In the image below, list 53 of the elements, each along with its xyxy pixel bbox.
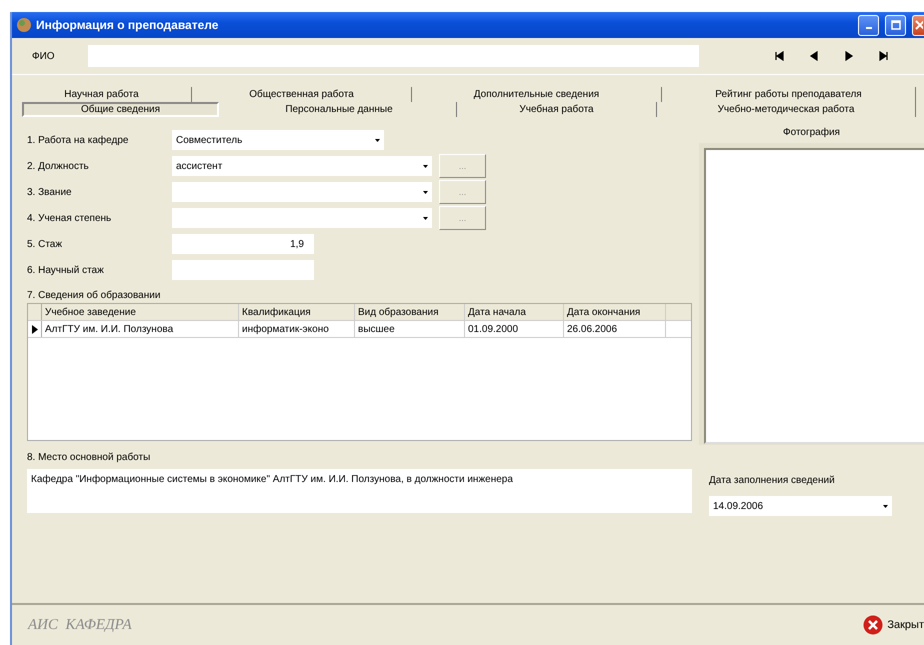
close-icon xyxy=(863,615,884,635)
close-icon xyxy=(915,20,923,30)
dropdown-arrow-icon[interactable] xyxy=(423,216,428,220)
text-area[interactable]: Кафедра "Информационные системы в экономике" АлтГТУ им. И.И. Ползунова, в должности инженера xyxy=(27,469,692,513)
input-field[interactable]: 1,9 xyxy=(172,234,314,254)
tab[interactable]: Учебно-методическая работа xyxy=(657,102,916,117)
previous-icon[interactable] xyxy=(808,51,818,61)
maximize-button[interactable] xyxy=(885,14,906,36)
date-combo-box[interactable]: 14.09.2006 xyxy=(709,496,892,516)
tab[interactable]: Персональные данные xyxy=(222,102,457,117)
field-label: 3. Звание xyxy=(27,186,73,198)
dropdown-arrow-icon[interactable] xyxy=(423,164,428,168)
skip-to-start-icon[interactable] xyxy=(774,51,784,61)
combo-box[interactable]: ассистент xyxy=(172,156,432,176)
column-header[interactable]: Вид образования xyxy=(355,304,465,320)
table-cell: информатик-эконо xyxy=(239,321,355,337)
dropdown-arrow-icon[interactable] xyxy=(375,138,380,142)
field-label: 5. Стаж xyxy=(27,238,64,250)
combo-box[interactable]: Совместитель xyxy=(172,130,384,150)
close-button[interactable] xyxy=(912,14,924,36)
window-title: Информация о преподавателе xyxy=(36,18,220,32)
dropdown-arrow-icon[interactable] xyxy=(883,504,888,508)
skip-to-end-icon[interactable] xyxy=(878,51,888,61)
app-brand: АИС КАФЕДРА xyxy=(28,616,133,634)
minimize-button[interactable] xyxy=(858,14,879,36)
app-icon xyxy=(16,17,32,33)
tab[interactable]: Дополнительные сведения xyxy=(412,87,662,102)
tab[interactable]: Рейтинг работы преподавателя xyxy=(662,87,916,102)
photo-label: Фотография xyxy=(782,127,841,140)
table-cell: высшее xyxy=(355,321,465,337)
fio-label: ФИО xyxy=(32,50,56,62)
field-label: 6. Научный стаж xyxy=(27,264,105,276)
fio-field[interactable] xyxy=(88,45,699,67)
tab[interactable]: Учебная работа xyxy=(457,102,657,117)
table-cell: 01.09.2000 xyxy=(465,321,564,337)
column-header[interactable]: Учебное заведение xyxy=(42,304,239,320)
date-label: Дата заполнения сведений xyxy=(709,475,836,486)
input-field[interactable] xyxy=(172,260,314,280)
section-label: 8. Место основной работы xyxy=(27,450,152,464)
close-button[interactable]: Закрыт xyxy=(863,615,924,635)
field-label: 1. Работа на кафедре xyxy=(27,134,130,146)
next-icon[interactable] xyxy=(844,51,854,61)
field-label: 2. Должность xyxy=(27,160,90,172)
column-header[interactable]: Дата начала xyxy=(465,304,564,320)
dropdown-arrow-icon[interactable] xyxy=(423,190,428,194)
field-label: 4. Ученая степень xyxy=(27,212,112,224)
column-header[interactable]: Дата окончания xyxy=(564,304,666,320)
table-cell: АлтГТУ им. И.И. Ползунова xyxy=(42,321,239,337)
table-cell: 26.06.2006 xyxy=(564,321,666,337)
maximize-icon xyxy=(890,20,900,30)
column-header[interactable]: Квалификация xyxy=(239,304,355,320)
tab[interactable]: Общие сведения xyxy=(22,102,219,117)
section-label: 7. Сведения об образовании xyxy=(27,288,162,302)
